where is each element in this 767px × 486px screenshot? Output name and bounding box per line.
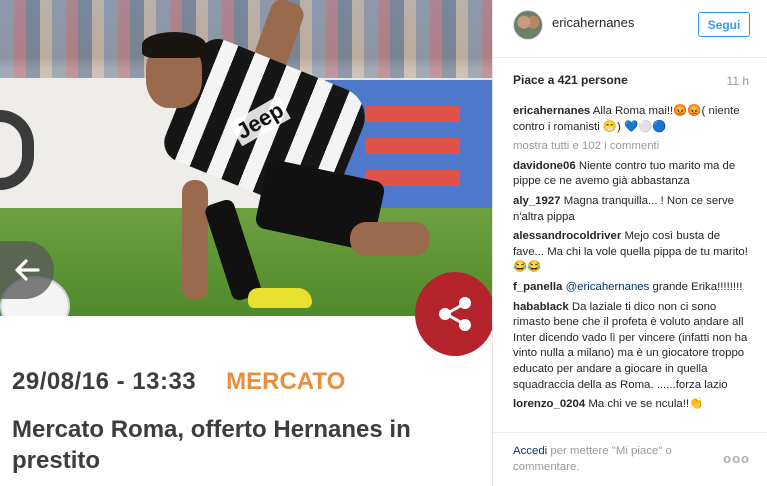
likes-count[interactable]: Piace a 421 persone bbox=[513, 73, 628, 87]
post-header: ericahernanes Segui bbox=[493, 0, 767, 58]
article-date: 29/08/16 - 13:33 bbox=[12, 368, 197, 395]
comment: davidone06 Niente contro tuo marito ma d… bbox=[513, 159, 753, 190]
comment-user[interactable]: aly_1927 bbox=[513, 195, 561, 207]
article-meta: 29/08/16 - 13:33 MERCATO bbox=[12, 368, 345, 396]
login-link[interactable]: Accedi bbox=[513, 445, 547, 457]
comments-list: ericahernanes Alla Roma mai!!😡😡( niente … bbox=[513, 104, 753, 417]
article-photo: Jeep bbox=[0, 0, 492, 316]
caption: ericahernanes Alla Roma mai!!😡😡( niente … bbox=[513, 104, 753, 135]
instagram-panel: ericahernanes Segui Piace a 421 persone … bbox=[492, 0, 767, 486]
comment: lorenzo_0204 Ma chi ve se ncula!!👏 bbox=[513, 397, 753, 413]
comment: f_panella @ericahernanes grande Erika!!!… bbox=[513, 280, 753, 296]
post-footer: Accedi per mettere "Mi piace" o commenta… bbox=[493, 432, 767, 486]
share-icon bbox=[439, 297, 471, 331]
comment: hababIack Da laziale ti dico non ci sono… bbox=[513, 300, 753, 394]
follow-button[interactable]: Segui bbox=[698, 12, 750, 37]
comment-text: Ma chi ve se ncula!!👏 bbox=[588, 398, 704, 411]
player-right-leg bbox=[350, 222, 430, 256]
comment-text: grande Erika!!!!!!!! bbox=[652, 280, 743, 293]
comment: alessandrocoldriver Mejo così busta de f… bbox=[513, 229, 753, 276]
article-panel: Jeep 29/08/16 - 13:33 MERCATO Mercato Ro… bbox=[0, 0, 492, 486]
comment-text: Da laziale ti dico non ci sono rimasto b… bbox=[513, 300, 748, 391]
comment-user[interactable]: lorenzo_0204 bbox=[513, 398, 585, 410]
player-boot bbox=[248, 288, 312, 308]
view-all-comments-link[interactable]: mostra tutti e 102 i commenti bbox=[513, 139, 753, 155]
comment-user[interactable]: hababIack bbox=[513, 301, 569, 313]
comment: aly_1927 Magna tranquilla... ! Non ce se… bbox=[513, 194, 753, 225]
comment-mention[interactable]: @ericahernanes bbox=[566, 281, 650, 293]
share-button[interactable] bbox=[415, 272, 492, 356]
arrow-left-icon bbox=[15, 259, 40, 281]
avatar[interactable] bbox=[513, 10, 543, 40]
player-left-arm bbox=[182, 180, 208, 300]
article-headline[interactable]: Mercato Roma, offerto Hernanes in presti… bbox=[12, 414, 482, 476]
post-username[interactable]: ericahernanes bbox=[552, 15, 634, 30]
comment-user[interactable]: alessandrocoldriver bbox=[513, 230, 621, 242]
comment-user[interactable]: davidone06 bbox=[513, 160, 576, 172]
more-options-icon[interactable]: ooo bbox=[723, 451, 750, 466]
comment-user[interactable]: f_panella bbox=[513, 281, 562, 293]
player-hair bbox=[142, 32, 206, 58]
comment-user[interactable]: ericahernanes bbox=[513, 105, 590, 117]
post-time: 11 h bbox=[726, 74, 749, 88]
login-prompt: Accedi per mettere "Mi piace" o commenta… bbox=[513, 444, 713, 475]
article-category[interactable]: MERCATO bbox=[226, 368, 345, 396]
